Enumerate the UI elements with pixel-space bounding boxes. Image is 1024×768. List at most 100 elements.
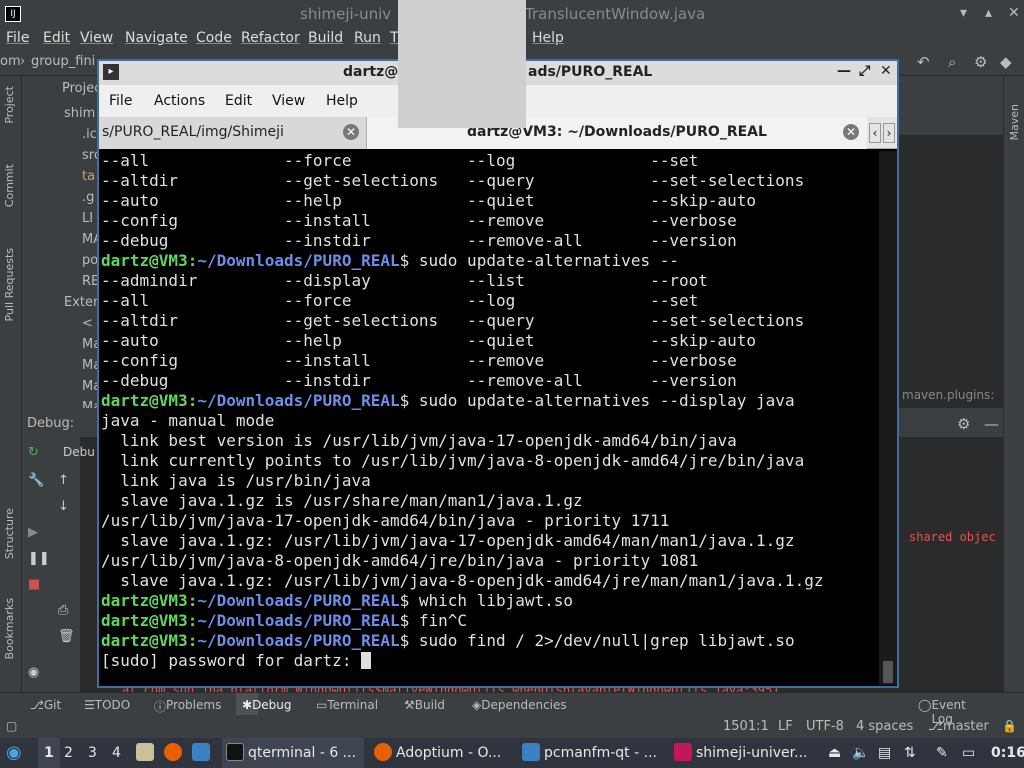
menu-navigate[interactable]: Navigate xyxy=(125,30,188,46)
close-tab-icon[interactable]: ✕ xyxy=(343,124,359,140)
hide-icon[interactable]: — xyxy=(984,415,999,433)
rerun-icon[interactable]: ↻ xyxy=(28,445,39,460)
breadcrumb-group[interactable]: group_fini xyxy=(31,54,95,69)
debug-tab[interactable]: Debu xyxy=(63,445,95,459)
wrench-icon[interactable]: 🔧 xyxy=(28,473,44,488)
task-pcmanfm[interactable]: pcmanfm-qt - ... xyxy=(522,738,664,768)
file-manager-launcher-icon[interactable] xyxy=(136,738,158,768)
status-position[interactable]: 1501:1 xyxy=(723,719,769,734)
term-menu-actions[interactable]: Actions xyxy=(154,93,205,109)
clock[interactable]: 0:16 xyxy=(991,738,1024,768)
step-down-icon[interactable]: ↓ xyxy=(58,499,69,514)
menu-run[interactable]: Run xyxy=(354,30,381,46)
tool-project[interactable]: Project xyxy=(3,86,16,124)
status-encoding[interactable]: UTF-8 xyxy=(806,719,844,734)
close-icon[interactable]: ✕ xyxy=(880,63,892,79)
tab-problems[interactable]: ⓘ Problems xyxy=(154,698,221,715)
camera-icon[interactable]: ◉ xyxy=(28,665,39,680)
menu-file[interactable]: File xyxy=(6,30,29,46)
print-icon[interactable]: ⎙ xyxy=(58,603,68,618)
tree-item[interactable]: shim xyxy=(64,106,95,128)
status-line-sep[interactable]: LF xyxy=(778,719,793,734)
eject-icon[interactable]: ⏏ xyxy=(828,738,841,768)
status-indent[interactable]: 4 spaces xyxy=(856,719,913,734)
workspace-2[interactable]: 2 xyxy=(64,738,73,768)
term-menu-view[interactable]: View xyxy=(272,93,305,109)
jetbrains-icon[interactable]: ◆ xyxy=(1000,53,1012,71)
terminal-scrollbar[interactable] xyxy=(879,151,897,685)
resume-icon[interactable]: ▶ xyxy=(28,525,38,540)
display-icon[interactable]: ▭ xyxy=(962,738,975,768)
tab-scroll-right-icon[interactable]: › xyxy=(883,123,895,143)
tab-todo[interactable]: ☰ TODO xyxy=(84,698,130,712)
lock-icon[interactable]: 🔒 xyxy=(1002,719,1017,733)
scrollbar-thumb[interactable] xyxy=(883,661,893,683)
terminal-tab-1[interactable]: s/PURO_REAL/img/Shimeji ✕ xyxy=(99,117,367,149)
menu-build[interactable]: Build xyxy=(308,30,343,46)
settings-icon[interactable]: ⚙ xyxy=(974,53,987,71)
terminal-output-line: --altdir --get-selections --query --set-… xyxy=(101,311,877,331)
tree-item[interactable]: ta xyxy=(82,169,95,191)
maximize-icon[interactable]: ▴ xyxy=(985,5,992,21)
terminal-output-line: --debug --instdir --remove-all --version xyxy=(101,371,877,391)
menu-view[interactable]: View xyxy=(80,30,113,46)
undo-icon[interactable]: ↶ xyxy=(917,53,930,71)
network-icon[interactable]: ⇅ xyxy=(904,738,916,768)
task-firefox[interactable]: Adoptium - O... xyxy=(374,738,516,768)
term-menu-help[interactable]: Help xyxy=(326,93,358,109)
stop-icon[interactable]: ■ xyxy=(28,577,40,592)
clipboard-icon[interactable]: ▤ xyxy=(878,738,891,768)
tree-item[interactable]: .ic xyxy=(82,127,97,149)
menu-code[interactable]: Code xyxy=(196,30,232,46)
step-up-icon[interactable]: ↑ xyxy=(58,473,69,488)
event-log[interactable]: ◯ Event Log xyxy=(918,698,966,726)
workspace-3[interactable]: 3 xyxy=(88,738,97,768)
term-menu-file[interactable]: File xyxy=(109,93,132,109)
close-tab-icon[interactable]: ✕ xyxy=(843,124,859,140)
tab-dependencies[interactable]: ◈ Dependencies xyxy=(472,698,567,712)
trash-icon[interactable]: 🗑 xyxy=(58,629,75,644)
maximize-icon[interactable]: ⤢ xyxy=(859,63,870,79)
notes-icon[interactable]: ✎ xyxy=(936,738,948,768)
tool-commit[interactable]: Commit xyxy=(3,164,16,207)
firefox-launcher-icon[interactable] xyxy=(164,738,186,768)
search-icon[interactable]: ⌕ xyxy=(948,53,956,71)
start-menu-icon[interactable]: ◉ xyxy=(6,738,22,768)
tool-pull-requests[interactable]: Pull Requests xyxy=(3,248,16,321)
tree-item[interactable]: .g xyxy=(82,190,94,212)
menu-refactor[interactable]: Refactor xyxy=(241,30,300,46)
tree-item[interactable]: Exter xyxy=(64,295,98,317)
task-intellij[interactable]: shimeji-univer... xyxy=(674,738,816,768)
task-qterminal[interactable]: qterminal - 6 ... xyxy=(222,738,364,768)
tool-structure[interactable]: Structure xyxy=(3,508,16,559)
minimize-icon[interactable]: — xyxy=(837,63,851,79)
tool-maven[interactable]: Maven xyxy=(1008,104,1021,140)
term-menu-edit[interactable]: Edit xyxy=(225,93,252,109)
tab-debug[interactable]: ✱ Debug xyxy=(236,693,292,715)
tree-item[interactable]: po xyxy=(82,253,98,275)
breadcrumb-om[interactable]: om xyxy=(0,54,21,69)
workspace-4[interactable]: 4 xyxy=(112,738,121,768)
workspace-1[interactable]: 1 xyxy=(38,738,60,768)
terminal-output[interactable]: --all --force --log --set --altdir --get-… xyxy=(101,151,877,683)
editor-area[interactable]: maven.plugins: xyxy=(898,135,1003,408)
pause-icon[interactable]: ❚❚ xyxy=(28,551,50,566)
tab-build[interactable]: ⚒ Build xyxy=(404,698,445,712)
tab-git[interactable]: ⎇ Git xyxy=(30,698,61,712)
minimize-icon[interactable]: ▾ xyxy=(960,5,967,21)
output-text: slave java.1.gz: /usr/lib/jvm/java-8-ope… xyxy=(101,571,824,590)
volume-icon[interactable]: 🔈 xyxy=(852,738,869,768)
tab-terminal[interactable]: ▭ Terminal xyxy=(316,698,378,712)
close-icon[interactable]: ✕ xyxy=(1008,5,1020,21)
tree-item[interactable]: LI xyxy=(82,211,93,233)
tree-item[interactable]: < xyxy=(82,316,93,338)
settings-icon[interactable]: ⚙ xyxy=(957,415,970,433)
desktop-launcher-icon[interactable] xyxy=(192,738,214,768)
tool-bookmarks[interactable]: Bookmarks xyxy=(3,598,16,659)
menu-edit[interactable]: Edit xyxy=(43,30,70,46)
tab-scroll-left-icon[interactable]: ‹ xyxy=(869,123,881,143)
redacted-region xyxy=(398,0,526,128)
status-branch[interactable]: ⎇ master xyxy=(928,719,989,734)
menu-help[interactable]: Help xyxy=(532,30,564,46)
layout-icon[interactable]: ▢ xyxy=(6,719,17,733)
